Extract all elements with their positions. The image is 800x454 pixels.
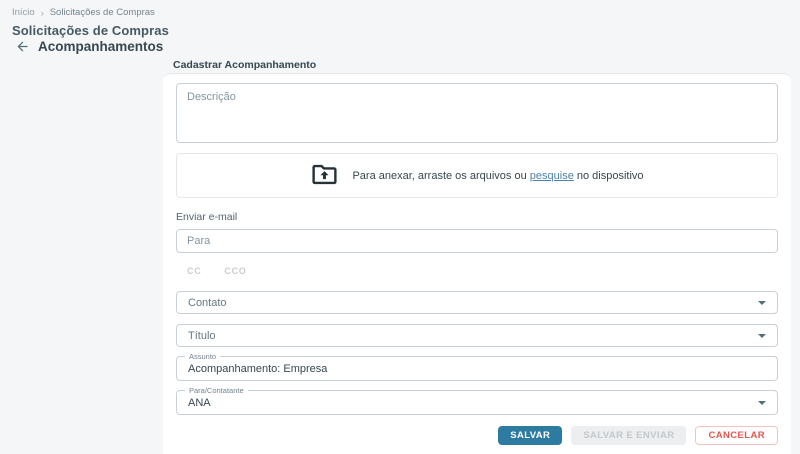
breadcrumb: Início › Solicitações de Compras <box>12 7 169 18</box>
recipient-select[interactable]: Para/Contatante ANA <box>176 390 778 415</box>
title-select-placeholder: Título <box>188 330 216 342</box>
dropzone-text: Para anexar, arraste os arquivos ou pesq… <box>352 170 643 182</box>
title-select[interactable]: Título <box>176 324 778 347</box>
subject-field: Assunto <box>176 356 778 381</box>
subpage-title: Acompanhamentos <box>38 39 163 54</box>
cc-button[interactable]: CC <box>185 264 203 278</box>
page-header: Início › Solicitações de Compras Solicit… <box>12 7 169 38</box>
cancel-button[interactable]: CANCELAR <box>695 426 778 445</box>
description-textarea[interactable] <box>176 83 778 143</box>
recipient-select-value: ANA <box>188 397 211 409</box>
save-and-send-button[interactable]: SALVAR E ENVIAR <box>571 426 686 445</box>
form-section-title: Cadastrar Acompanhamento <box>173 59 316 71</box>
contact-select[interactable]: Contato <box>176 291 778 314</box>
subject-field-label: Assunto <box>185 352 220 361</box>
subpage-header: Acompanhamentos <box>15 39 163 54</box>
breadcrumb-home-link[interactable]: Início <box>12 7 35 18</box>
back-arrow-icon[interactable] <box>15 39 30 54</box>
save-button[interactable]: SALVAR <box>498 426 562 445</box>
breadcrumb-current: Solicitações de Compras <box>50 7 155 18</box>
page-title: Solicitações de Compras <box>12 23 169 38</box>
cco-button[interactable]: CCO <box>222 264 248 278</box>
contact-select-placeholder: Contato <box>188 297 227 309</box>
file-dropzone[interactable]: Para anexar, arraste os arquivos ou pesq… <box>176 153 778 198</box>
subject-input[interactable] <box>188 363 766 375</box>
folder-upload-icon <box>310 160 339 192</box>
recipient-select-label: Para/Contatante <box>185 386 248 395</box>
send-email-label: Enviar e-mail <box>176 211 778 223</box>
form-actions: SALVAR SALVAR E ENVIAR CANCELAR <box>176 426 778 445</box>
chevron-down-icon <box>758 401 766 405</box>
chevron-down-icon <box>758 334 766 338</box>
browse-files-link[interactable]: pesquise <box>530 170 574 182</box>
breadcrumb-separator-icon: › <box>41 8 44 18</box>
chevron-down-icon <box>758 301 766 305</box>
email-to-input[interactable] <box>176 229 778 253</box>
acompanhamento-form-card: Para anexar, arraste os arquivos ou pesq… <box>163 73 791 454</box>
cc-cco-row: CC CCO <box>176 264 778 278</box>
